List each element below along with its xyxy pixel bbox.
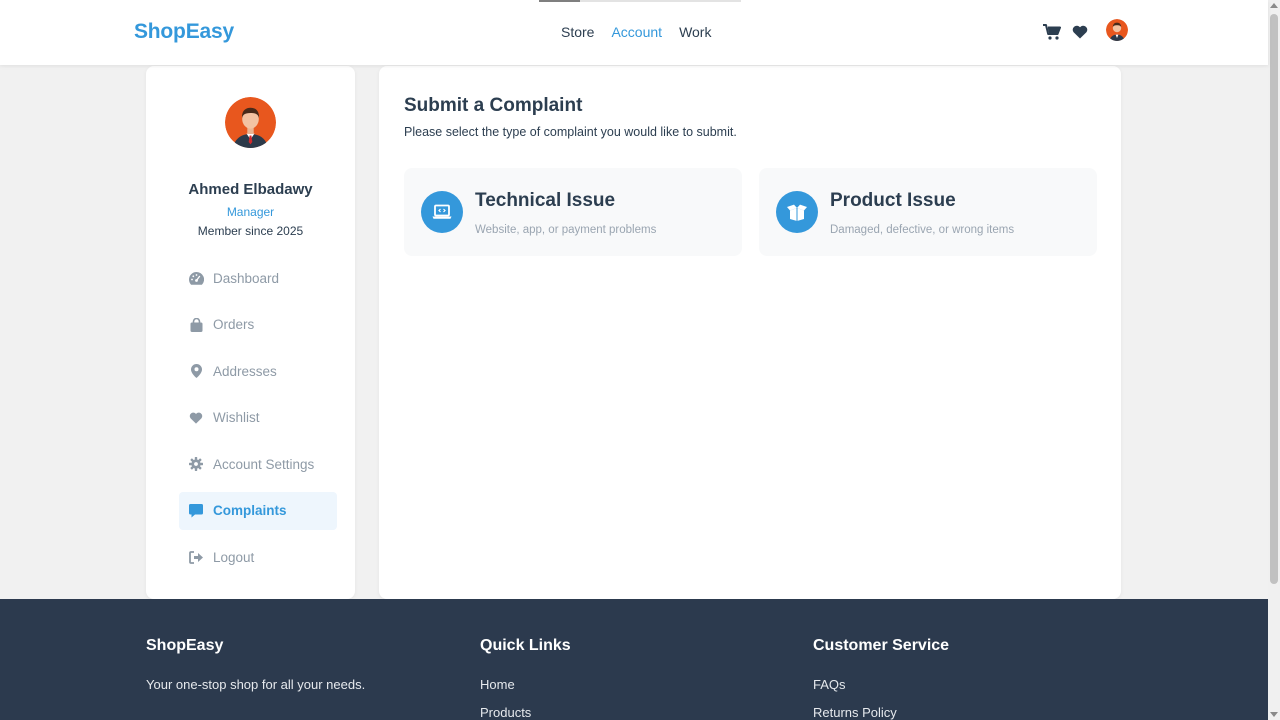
cart-icon[interactable] — [1042, 22, 1062, 42]
account-sidebar: Ahmed Elbadawy Manager Member since 2025… — [146, 66, 355, 599]
sidebar-item-logout[interactable]: Logout — [179, 538, 337, 576]
nav-link-store[interactable]: Store — [561, 24, 594, 40]
complaint-panel: Submit a Complaint Please select the typ… — [379, 66, 1121, 599]
footer-heading: Quick Links — [480, 637, 571, 654]
profile-avatar — [225, 97, 276, 148]
footer-customer-service: Customer Service FAQs Returns Policy — [813, 637, 949, 720]
gear-icon — [188, 456, 204, 472]
brand-logo[interactable]: ShopEasy — [134, 20, 234, 44]
footer-heading: Customer Service — [813, 637, 950, 654]
card-title: Product Issue — [830, 190, 956, 211]
header-actions — [1042, 19, 1128, 42]
heart-icon — [188, 410, 204, 426]
sidebar-item-addresses[interactable]: Addresses — [179, 352, 337, 390]
sidebar-item-label: Logout — [213, 549, 255, 565]
footer-brand: ShopEasy — [146, 637, 224, 654]
member-since: Member since 2025 — [197, 224, 304, 238]
sidebar-item-dashboard[interactable]: Dashboard — [179, 259, 337, 297]
footer-link-returns-policy[interactable]: Returns Policy — [813, 705, 949, 720]
user-avatar[interactable] — [1106, 19, 1128, 41]
nav-link-work[interactable]: Work — [679, 24, 711, 40]
product-issue-card[interactable]: Product Issue Damaged, defective, or wro… — [759, 168, 1097, 256]
box-open-icon — [776, 191, 818, 233]
footer-quick-links: Quick Links Home Products — [480, 637, 571, 720]
footer-tagline: Your one-stop shop for all your needs. — [146, 677, 366, 692]
footer-link-products[interactable]: Products — [480, 705, 571, 720]
page-title: Submit a Complaint — [404, 95, 583, 116]
profile-role: Manager — [226, 205, 275, 219]
nav-link-account[interactable]: Account — [611, 24, 662, 40]
footer-about: ShopEasy Your one-stop shop for all your… — [146, 637, 365, 692]
sidebar-item-account-settings[interactable]: Account Settings — [179, 445, 337, 483]
dashboard-icon — [188, 270, 204, 286]
sidebar-item-label: Complaints — [213, 503, 287, 518]
sidebar-item-label: Account Settings — [213, 456, 315, 472]
tab-indicator — [539, 0, 741, 2]
sidebar-item-label: Dashboard — [213, 270, 280, 286]
heart-icon[interactable] — [1070, 22, 1090, 42]
sidebar-item-wishlist[interactable]: Wishlist — [179, 399, 337, 437]
footer-link-faqs[interactable]: FAQs — [813, 677, 949, 705]
page-subtitle: Please select the type of complaint you … — [404, 125, 737, 139]
page-scrollbar[interactable] — [1268, 0, 1280, 720]
technical-issue-card[interactable]: Technical Issue Website, app, or payment… — [404, 168, 742, 256]
card-description: Damaged, defective, or wrong items — [830, 224, 1015, 236]
sidebar-item-label: Orders — [213, 317, 255, 332]
sidebar-menu: Dashboard Orders Addresses Wishlist Acco… — [179, 259, 337, 585]
footer-link-home[interactable]: Home — [480, 677, 571, 705]
main-nav: Store Account Work — [561, 24, 711, 40]
top-header: ShopEasy Store Account Work — [0, 0, 1268, 65]
map-pin-icon — [188, 363, 204, 379]
site-footer: ShopEasy Your one-stop shop for all your… — [0, 599, 1268, 720]
logout-icon — [188, 549, 204, 565]
scrollbar-thumb[interactable] — [1270, 14, 1278, 584]
sidebar-item-orders[interactable]: Orders — [179, 306, 337, 344]
sidebar-item-complaints[interactable]: Complaints — [179, 491, 337, 530]
laptop-code-icon — [421, 191, 463, 233]
card-title: Technical Issue — [475, 190, 616, 211]
scroll-up-arrow-icon[interactable] — [1270, 3, 1278, 8]
scroll-down-arrow-icon[interactable] — [1270, 712, 1278, 717]
shopping-bag-icon — [188, 317, 204, 333]
card-description: Website, app, or payment problems — [475, 224, 657, 236]
sidebar-item-label: Addresses — [213, 363, 277, 379]
sidebar-item-label: Wishlist — [213, 410, 260, 425]
comment-icon — [188, 503, 204, 519]
profile-name: Ahmed Elbadawy — [188, 181, 313, 198]
